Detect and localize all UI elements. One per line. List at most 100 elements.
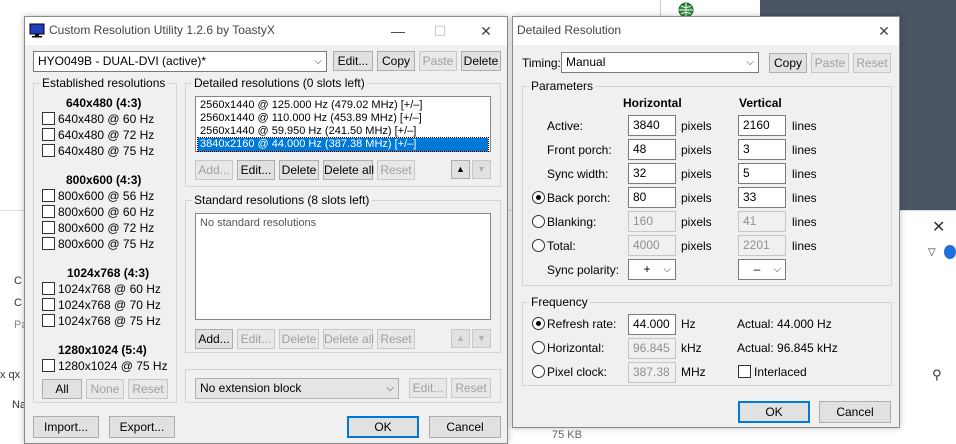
param-label-sync-width: Sync width:	[547, 167, 609, 181]
established-all-button[interactable]: All	[42, 379, 82, 399]
label-640x480-72: 640x480 @ 72 Hz	[58, 128, 155, 142]
standard-delete-all-button[interactable]: Delete all	[323, 329, 374, 349]
import-button[interactable]: Import...	[33, 416, 99, 438]
sync-polarity-vertical-select[interactable]: – ⌵	[738, 259, 786, 280]
detail-reset-button[interactable]: Reset	[853, 53, 891, 73]
checkbox-1024x768-60[interactable]	[42, 282, 55, 295]
detailed-resolutions-list[interactable]: 2560x1440 @ 125.000 Hz (479.02 MHz) [+/–…	[195, 96, 491, 152]
monitor-edit-button[interactable]: Edit...	[333, 51, 373, 71]
timing-select[interactable]: Manual ⌵	[561, 52, 759, 73]
refresh-rate-radio[interactable]	[532, 317, 545, 330]
blanking-radio[interactable]	[532, 215, 545, 228]
pixel-clock-radio[interactable]	[532, 365, 545, 378]
move-up-button[interactable]: ▲	[451, 160, 470, 179]
label-640x480-60: 640x480 @ 60 Hz	[58, 112, 155, 126]
active-vertical-input[interactable]: 2160	[738, 115, 786, 136]
help-icon[interactable]	[944, 245, 956, 259]
standard-resolutions-list[interactable]: No standard resolutions	[195, 213, 491, 320]
blanking-horizontal-input[interactable]: 160	[628, 211, 676, 232]
main-ok-button[interactable]: OK	[347, 416, 419, 438]
total-vertical-input[interactable]: 2201	[738, 235, 786, 256]
param-label-back-porch: Back porch:	[547, 191, 611, 205]
horizontal-freq-input[interactable]: 96.845	[628, 338, 676, 359]
active-horizontal-input[interactable]: 3840	[628, 115, 676, 136]
detail-ok-button[interactable]: OK	[738, 401, 810, 423]
detailed-resolution-item-selected[interactable]: 3840x2160 @ 44.000 Hz (387.38 MHz) [+/–]	[197, 137, 489, 152]
search-icon[interactable]: ⚲	[932, 367, 942, 383]
established-none-button[interactable]: None	[86, 379, 124, 399]
monitor-select[interactable]: HYO049B - DUAL-DVI (active)* ⌵	[33, 51, 327, 72]
detailed-delete-button[interactable]: Delete	[279, 160, 319, 180]
group-heading-1280x1024: 1280x1024 (5:4)	[58, 343, 147, 357]
chevron-down-icon: ⌵	[386, 383, 394, 394]
close-button[interactable]: ✕	[873, 21, 895, 41]
front-porch-horizontal-input[interactable]: 48	[628, 139, 676, 160]
checkbox-1024x768-75[interactable]	[42, 314, 55, 327]
close-icon[interactable]: ✕	[932, 217, 945, 237]
standard-move-up-button[interactable]: ▲	[451, 329, 470, 348]
standard-reset-button[interactable]: Reset	[377, 329, 415, 349]
checkbox-640x480-75[interactable]	[42, 144, 55, 157]
checkbox-640x480-72[interactable]	[42, 128, 55, 141]
chevron-down-icon: ⌵	[663, 264, 671, 275]
detail-cancel-button[interactable]: Cancel	[819, 401, 891, 423]
extension-edit-button[interactable]: Edit...	[409, 378, 447, 398]
checkbox-640x480-60[interactable]	[42, 112, 55, 125]
standard-edit-button[interactable]: Edit...	[237, 329, 275, 349]
total-radio[interactable]	[532, 239, 545, 252]
close-button[interactable]: ✕	[475, 21, 497, 41]
back-porch-horizontal-input[interactable]: 80	[628, 187, 676, 208]
sync-polarity-horizontal-value: +	[643, 262, 651, 276]
detailed-add-button[interactable]: Add...	[195, 160, 233, 180]
unit-pixels: pixels	[681, 167, 712, 181]
explorer-fragment-c1: C	[14, 275, 22, 287]
established-reset-button[interactable]: Reset	[128, 379, 168, 399]
total-horizontal-input[interactable]: 4000	[628, 235, 676, 256]
pixel-clock-input[interactable]: 387.38	[628, 362, 676, 383]
export-button[interactable]: Export...	[109, 416, 175, 438]
checkbox-1024x768-70[interactable]	[42, 298, 55, 311]
detailed-resolution-dialog: Detailed Resolution ✕ Timing: Manual ⌵ C…	[512, 16, 900, 428]
monitor-copy-button[interactable]: Copy	[377, 51, 415, 71]
checkbox-1280x1024-75[interactable]	[42, 359, 55, 372]
unit-pixels: pixels	[681, 143, 712, 157]
back-porch-vertical-input[interactable]: 33	[738, 187, 786, 208]
refresh-rate-input[interactable]: 44.000	[628, 314, 676, 335]
checkbox-800x600-56[interactable]	[42, 189, 55, 202]
sync-width-horizontal-input[interactable]: 32	[628, 163, 676, 184]
sync-polarity-horizontal-select[interactable]: + ⌵	[628, 259, 676, 280]
extension-reset-button[interactable]: Reset	[451, 378, 491, 398]
group-heading-1024x768: 1024x768 (4:3)	[67, 266, 150, 280]
interlaced-checkbox[interactable]	[738, 365, 751, 378]
standard-move-down-button[interactable]: ▼	[472, 329, 491, 348]
cru-main-window: Custom Resolution Utility 1.2.6 by Toast…	[24, 16, 508, 444]
checkbox-800x600-60[interactable]	[42, 205, 55, 218]
main-cancel-button[interactable]: Cancel	[429, 416, 501, 438]
chevron-down-icon: ⌵	[773, 264, 781, 275]
detailed-delete-all-button[interactable]: Delete all	[323, 160, 374, 180]
checkbox-800x600-75[interactable]	[42, 237, 55, 250]
checkbox-800x600-72[interactable]	[42, 221, 55, 234]
maximize-button[interactable]: ☐	[429, 21, 451, 41]
back-porch-radio[interactable]	[532, 191, 545, 204]
monitor-delete-button[interactable]: Delete	[461, 51, 501, 71]
detailed-edit-button[interactable]: Edit...	[237, 160, 275, 180]
detailed-resolution-item[interactable]: 2560x1440 @ 125.000 Hz (479.02 MHz) [+/–…	[198, 99, 488, 112]
monitor-paste-button[interactable]: Paste	[419, 51, 457, 71]
detail-copy-button[interactable]: Copy	[769, 53, 807, 73]
front-porch-vertical-input[interactable]: 3	[738, 139, 786, 160]
blanking-vertical-input[interactable]: 41	[738, 211, 786, 232]
chevron-down-icon[interactable]: ▽	[928, 247, 936, 258]
horizontal-freq-radio[interactable]	[532, 341, 545, 354]
standard-add-button[interactable]: Add...	[195, 329, 233, 349]
standard-delete-button[interactable]: Delete	[279, 329, 319, 349]
detailed-reset-button[interactable]: Reset	[377, 160, 415, 180]
detailed-resolution-item[interactable]: 2560x1440 @ 59.950 Hz (241.50 MHz) [+/–]	[198, 125, 488, 138]
move-down-button[interactable]: ▼	[472, 160, 491, 179]
detailed-resolution-item[interactable]: 2560x1440 @ 110.000 Hz (453.89 MHz) [+/–…	[198, 112, 488, 125]
minimize-button[interactable]: —	[387, 21, 409, 41]
extension-block-select[interactable]: No extension block ⌵	[195, 378, 399, 399]
explorer-fragment-c2: C	[14, 297, 22, 309]
sync-width-vertical-input[interactable]: 5	[738, 163, 786, 184]
detail-paste-button[interactable]: Paste	[811, 53, 849, 73]
